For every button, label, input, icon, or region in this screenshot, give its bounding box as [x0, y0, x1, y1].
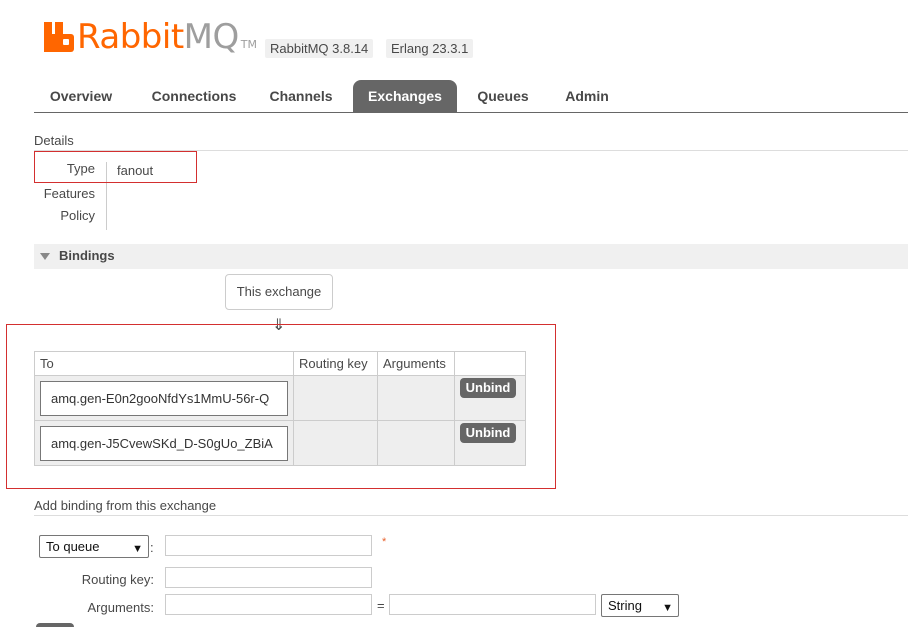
bind-button[interactable] [36, 623, 74, 627]
routing-key-input[interactable] [165, 567, 372, 588]
add-binding-title: Add binding from this exchange [34, 498, 217, 513]
erlang-version-badge: Erlang 23.3.1 [386, 39, 474, 58]
bindings-section-header[interactable]: Bindings [34, 244, 908, 269]
bindings-highlight-box [6, 324, 556, 489]
chevron-down-icon: ▼ [132, 543, 143, 555]
equals-sign: = [377, 598, 385, 613]
this-exchange-box: This exchange [225, 274, 333, 310]
tab-exchanges[interactable]: Exchanges [353, 80, 457, 112]
logo-trademark: TM [240, 38, 257, 51]
routing-key-label: Routing key: [81, 572, 154, 587]
destination-colon: : [150, 540, 154, 555]
type-highlight-box [34, 151, 197, 183]
destination-type-select[interactable]: To queue ▼ [39, 535, 149, 558]
argument-key-input[interactable] [165, 594, 372, 615]
required-mark: * [382, 536, 387, 548]
tab-queues[interactable]: Queues [468, 80, 538, 112]
rabbitmq-version-badge: RabbitMQ 3.8.14 [265, 39, 374, 58]
collapse-caret-icon [40, 253, 50, 260]
main-nav-tabs: Overview Connections Channels Exchanges … [34, 80, 908, 113]
logo-text-rabbit: Rabbit [77, 17, 184, 57]
argument-type-value: String [608, 598, 642, 613]
details-section-title: Details [34, 133, 74, 148]
tab-connections[interactable]: Connections [139, 80, 249, 112]
add-binding-divider [34, 515, 908, 516]
features-label: Features [43, 186, 95, 201]
arguments-label: Arguments: [87, 600, 154, 615]
rabbitmq-logo: Rabbit MQ TM [44, 20, 257, 54]
tab-overview[interactable]: Overview [38, 80, 124, 112]
policy-label: Policy [60, 208, 95, 223]
chevron-down-icon: ▼ [662, 602, 673, 614]
logo-text-mq: MQ [183, 17, 240, 57]
tab-admin[interactable]: Admin [556, 80, 618, 112]
destination-input[interactable] [165, 535, 372, 556]
tab-channels[interactable]: Channels [260, 80, 342, 112]
argument-value-input[interactable] [389, 594, 596, 615]
destination-type-value: To queue [46, 539, 100, 554]
argument-type-select[interactable]: String ▼ [601, 594, 679, 617]
rabbit-logo-icon [44, 22, 74, 52]
bindings-title: Bindings [59, 248, 115, 263]
